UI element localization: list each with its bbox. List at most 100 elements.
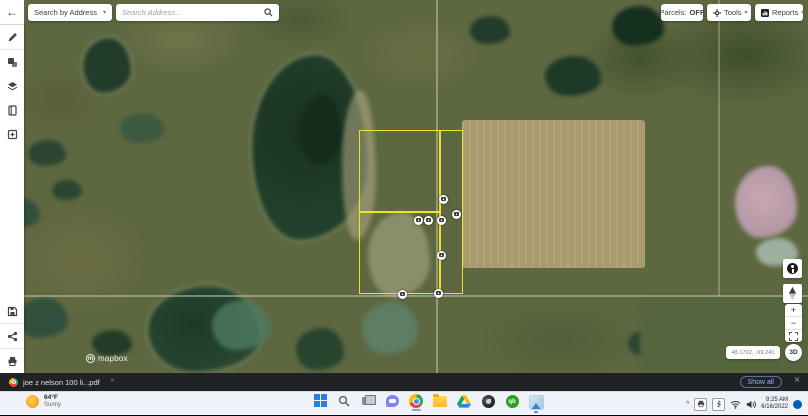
- volume-icon[interactable]: [746, 400, 756, 409]
- 3d-view-button[interactable]: 3D: [785, 344, 802, 361]
- photo-marker[interactable]: [452, 210, 461, 219]
- save-icon: [7, 306, 18, 317]
- basemap-icon: [7, 105, 18, 116]
- quickbooks-button[interactable]: qb: [504, 394, 520, 414]
- streetview-button[interactable]: [783, 259, 802, 278]
- weather-condition: Sunny: [44, 402, 61, 409]
- device-tray-icon[interactable]: [712, 398, 725, 411]
- export-icon: [7, 129, 18, 140]
- search-icon: [338, 395, 350, 407]
- photos-icon: [529, 395, 544, 410]
- terrain-field: [462, 120, 645, 268]
- photo-marker[interactable]: [437, 216, 446, 225]
- sidebar-item-basemap[interactable]: [0, 98, 24, 122]
- road: [436, 0, 438, 373]
- downloaded-file-name: joe z nelson 100 li...pdf: [23, 378, 100, 387]
- zoom-control: + −: [785, 304, 802, 342]
- parcels-toggle-button[interactable]: Parcels: OFF: [661, 4, 703, 21]
- search-type-label: Search by Address: [34, 8, 97, 17]
- back-button[interactable]: ←: [0, 0, 24, 25]
- chrome-taskbar-button[interactable]: [408, 394, 424, 414]
- close-shelf-button[interactable]: ×: [794, 375, 800, 386]
- sidebar-item-print[interactable]: [0, 349, 24, 373]
- terrain-lake: [92, 330, 132, 356]
- cursor-coordinates: 48.1702, -99.241: [726, 346, 780, 359]
- task-view-button[interactable]: [360, 394, 376, 414]
- dark-app-button[interactable]: [480, 394, 496, 414]
- terrain-lake: [470, 16, 510, 44]
- weather-temperature: 64°F: [44, 394, 61, 402]
- downloaded-file-chip[interactable]: joe z nelson 100 li...pdf ^: [9, 378, 114, 387]
- sidebar-item-save[interactable]: [0, 299, 24, 323]
- folder-icon: [433, 396, 447, 407]
- zoom-in-button[interactable]: +: [785, 304, 802, 316]
- taskbar-weather-widget[interactable]: 64°F Sunny: [26, 394, 61, 409]
- search-icon[interactable]: [264, 8, 273, 17]
- photo-marker[interactable]: [434, 289, 443, 298]
- notification-badge[interactable]: [793, 400, 802, 409]
- taskbar-search-button[interactable]: [336, 394, 352, 414]
- address-search-input[interactable]: [122, 8, 264, 17]
- teams-chat-button[interactable]: [384, 394, 400, 414]
- print-icon: [7, 356, 18, 367]
- show-all-downloads-button[interactable]: Show all: [740, 376, 782, 388]
- terrain-lake: [28, 140, 66, 166]
- hidden-icons-chevron[interactable]: ^: [686, 401, 689, 408]
- google-drive-button[interactable]: [456, 394, 472, 414]
- photo-marker[interactable]: [437, 251, 446, 260]
- screen: { "topbar": { "back_label": "←", "search…: [0, 0, 808, 415]
- start-button[interactable]: [312, 394, 328, 414]
- wifi-icon[interactable]: [730, 400, 741, 409]
- parcel-boundary-divider-vertical[interactable]: [439, 130, 441, 294]
- sidebar-item-draw[interactable]: [0, 25, 24, 49]
- pencil-icon: [7, 32, 18, 43]
- quickbooks-icon: qb: [506, 395, 519, 408]
- taskbar-clock[interactable]: 8:25 AM 6/16/2022: [761, 397, 788, 411]
- markers-icon: [7, 57, 18, 68]
- task-view-icon: [362, 395, 375, 406]
- sun-icon: [26, 395, 39, 408]
- active-app-indicator: [412, 409, 421, 411]
- chevron-up-icon[interactable]: ^: [111, 379, 114, 386]
- sidebar-item-layers[interactable]: [0, 74, 24, 98]
- download-shelf: joe z nelson 100 li...pdf ^ Show all ×: [0, 373, 808, 391]
- photo-marker[interactable]: [414, 216, 423, 225]
- file-explorer-button[interactable]: [432, 394, 448, 414]
- tools-sidebar: [0, 25, 24, 373]
- search-type-select[interactable]: Search by Address ▾: [28, 4, 112, 21]
- sidebar-item-share[interactable]: [0, 324, 24, 348]
- photos-app-button[interactable]: [528, 394, 544, 414]
- pegman-icon: [787, 263, 798, 274]
- sidebar-item-import-export[interactable]: [0, 122, 24, 146]
- fit-extent-button[interactable]: [785, 330, 802, 342]
- windows-icon: [314, 394, 327, 407]
- compass-button[interactable]: [783, 284, 802, 303]
- tools-menu-button[interactable]: Tools ▾: [707, 4, 751, 21]
- sidebar-item-markers[interactable]: [0, 50, 24, 74]
- photo-marker[interactable]: [439, 195, 448, 204]
- terrain-lake: [612, 6, 664, 46]
- printer-tray-icon[interactable]: [694, 398, 707, 411]
- taskbar-date: 6/16/2022: [761, 404, 788, 411]
- terrain-lake: [83, 38, 131, 93]
- taskbar-time: 8:25 AM: [761, 397, 788, 404]
- parcels-label: Parcels:: [659, 8, 686, 17]
- terrain-lake: [52, 180, 82, 200]
- mapbox-logo-icon: m: [86, 354, 95, 363]
- road: [718, 0, 720, 296]
- back-arrow-icon: ←: [6, 5, 18, 19]
- satellite-map[interactable]: [0, 0, 808, 373]
- reports-menu-button[interactable]: Reports ▾: [755, 4, 803, 21]
- windows-taskbar: 64°F Sunny qb ^ 8:25: [0, 391, 808, 415]
- photo-marker[interactable]: [398, 290, 407, 299]
- share-icon: [7, 331, 18, 342]
- chat-bubble-icon: [386, 395, 399, 407]
- terrain-lake: [212, 300, 270, 350]
- photo-marker[interactable]: [424, 216, 433, 225]
- terrain-lake: [735, 166, 797, 238]
- layers-icon: [7, 81, 18, 92]
- zoom-out-button[interactable]: −: [785, 317, 802, 329]
- extent-icon: [789, 332, 798, 341]
- drive-icon: [457, 395, 471, 408]
- mapbox-attribution[interactable]: m mapbox: [86, 354, 128, 363]
